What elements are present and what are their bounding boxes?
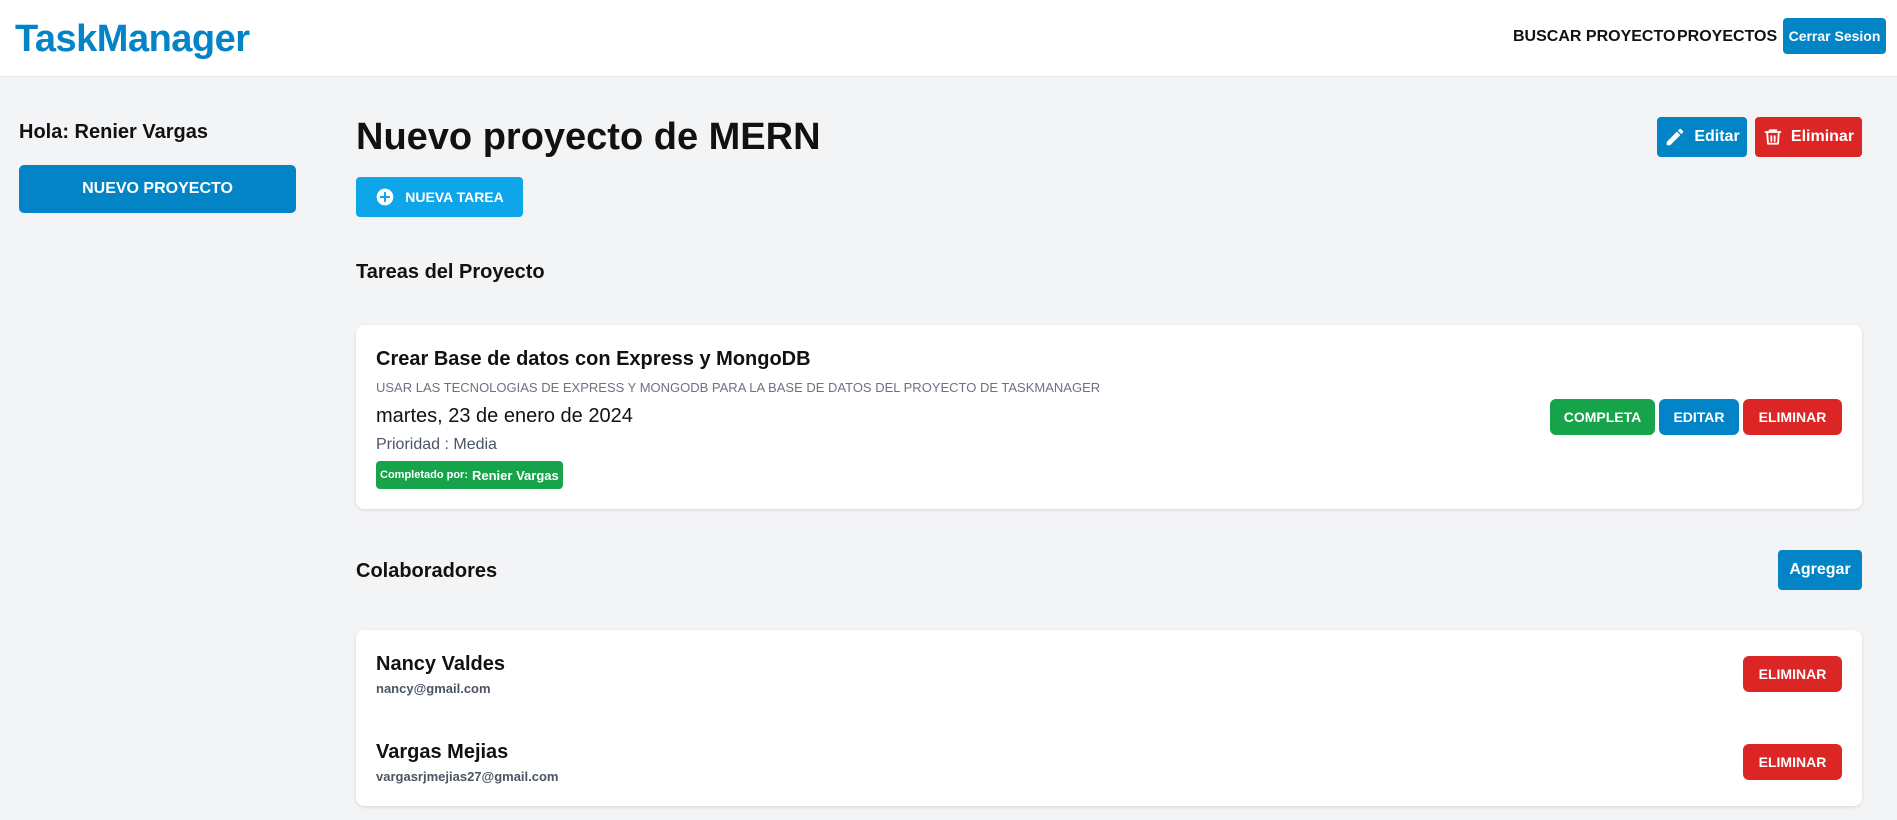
- delete-collaborator-button[interactable]: ELIMINAR: [1743, 744, 1842, 780]
- task-priority: Prioridad : Media: [376, 436, 497, 453]
- completed-by-user: Renier Vargas: [472, 467, 559, 483]
- collaborator-name: Vargas Mejias: [376, 741, 509, 763]
- add-collaborator-button[interactable]: Agregar: [1778, 550, 1862, 590]
- app-logo[interactable]: TaskManager: [15, 18, 250, 61]
- tasks-section-title: Tareas del Proyecto: [356, 261, 545, 283]
- trash-icon: [1763, 126, 1783, 148]
- delete-project-button[interactable]: Eliminar: [1755, 117, 1862, 157]
- collaborator-item: Nancy Valdes nancy@gmail.com ELIMINAR: [356, 630, 1862, 718]
- delete-task-button[interactable]: ELIMINAR: [1743, 399, 1842, 435]
- collaborator-email: nancy@gmail.com: [376, 681, 491, 696]
- plus-circle-icon: [375, 187, 395, 207]
- new-project-button[interactable]: NUEVO PROYECTO: [19, 165, 296, 213]
- collaborator-email: vargasrjmejias27@gmail.com: [376, 769, 559, 784]
- delete-collaborator-button[interactable]: ELIMINAR: [1743, 656, 1842, 692]
- user-greeting: Hola: Renier Vargas: [19, 121, 208, 143]
- new-task-button[interactable]: NUEVA TAREA: [356, 177, 523, 217]
- edit-task-button[interactable]: EDITAR: [1659, 399, 1739, 435]
- page-title: Nuevo proyecto de MERN: [356, 116, 821, 158]
- task-due-date: martes, 23 de enero de 2024: [376, 405, 633, 427]
- nav-search-project[interactable]: BUSCAR PROYECTO: [1513, 28, 1675, 46]
- complete-task-button[interactable]: COMPLETA: [1550, 399, 1655, 435]
- completed-by-label: Completado por:: [380, 469, 468, 481]
- edit-project-button[interactable]: Editar: [1657, 117, 1747, 157]
- delete-project-label: Eliminar: [1790, 128, 1855, 145]
- pencil-icon: [1664, 126, 1686, 148]
- top-header: TaskManager BUSCAR PROYECTO PROYECTOS Ce…: [0, 0, 1897, 77]
- logout-button[interactable]: Cerrar Sesion: [1783, 18, 1886, 54]
- collaborators-section-title: Colaboradores: [356, 560, 498, 582]
- task-name: Crear Base de datos con Express y MongoD…: [376, 348, 811, 370]
- collaborator-name: Nancy Valdes: [376, 653, 505, 675]
- collaborators-card: Nancy Valdes nancy@gmail.com ELIMINAR Va…: [356, 630, 1862, 806]
- task-card: Crear Base de datos con Express y MongoD…: [356, 325, 1862, 509]
- completed-by-badge: Completado por: Renier Vargas: [376, 461, 563, 489]
- edit-project-label: Editar: [1694, 128, 1740, 145]
- task-description: USAR LAS TECNOLOGIAS DE EXPRESS Y MONGOD…: [376, 380, 1101, 395]
- nav-projects[interactable]: PROYECTOS: [1677, 28, 1777, 46]
- new-task-label: NUEVA TAREA: [405, 189, 504, 205]
- collaborator-item: Vargas Mejias vargasrjmejias27@gmail.com…: [356, 718, 1862, 806]
